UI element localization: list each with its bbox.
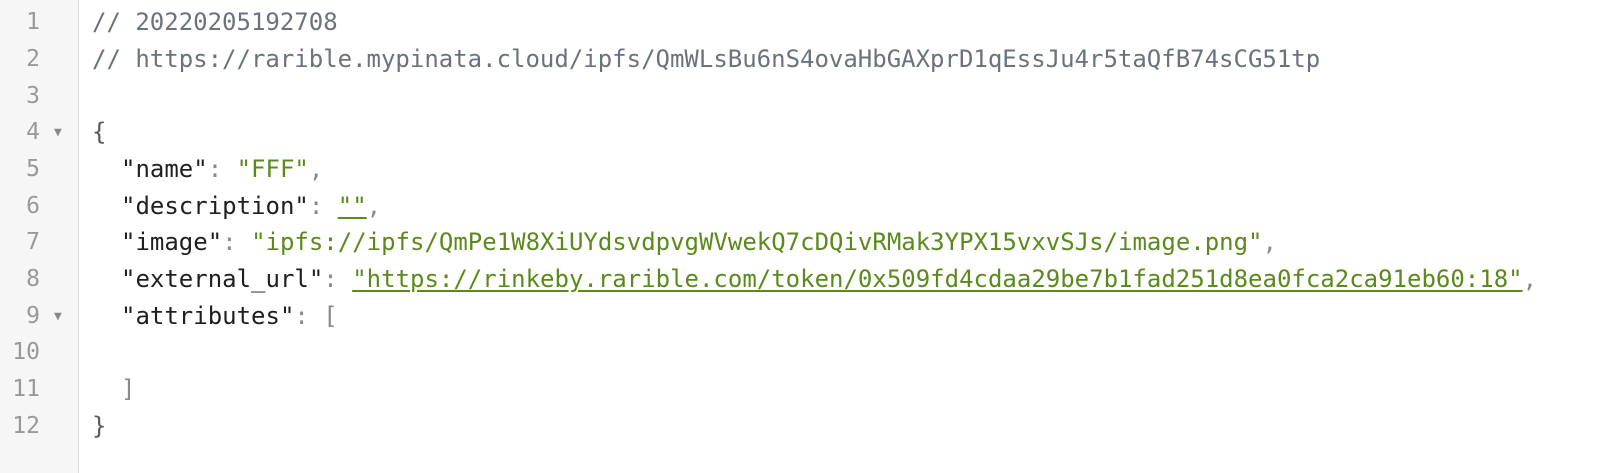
- colon: :: [323, 265, 353, 293]
- external-url-link[interactable]: "https://rinkeby.rarible.com/token/0x509…: [352, 265, 1522, 293]
- code-line-6: 6 "description": "",: [0, 188, 1600, 225]
- description-key: "description": [121, 192, 309, 220]
- code-line-7: 7 "image": "ipfs://ipfs/QmPe1W8XiUYdsvdp…: [0, 224, 1600, 261]
- attributes-field: "attributes": [: [92, 298, 338, 335]
- json-viewer: 1 // 20220205192708 2 // https://rarible…: [0, 0, 1600, 473]
- code-line-10: 10: [0, 334, 1600, 371]
- line-number: 11: [12, 376, 40, 402]
- line-number: 12: [12, 413, 40, 439]
- image-value: "ipfs://ipfs/QmPe1W8XiUYdsvdpvgWVwekQ7cD…: [251, 228, 1263, 256]
- name-field: "name": "FFF",: [92, 151, 323, 188]
- line-number: 9: [26, 303, 40, 329]
- image-field: "image": "ipfs://ipfs/QmPe1W8XiUYdsvdpvg…: [92, 224, 1277, 261]
- array-open-bracket: [: [323, 302, 338, 330]
- external-url-field: "external_url": "https://rinkeby.rarible…: [92, 261, 1537, 298]
- colon: :: [207, 155, 237, 183]
- colon: :: [308, 192, 338, 220]
- code-line-5: 5 "name": "FFF",: [0, 151, 1600, 188]
- name-value: "FFF": [236, 155, 309, 183]
- comma: ,: [366, 192, 382, 220]
- code-line-3: 3: [0, 78, 1600, 115]
- code-line-4: 4 ▼ {: [0, 114, 1600, 151]
- comma: ,: [1262, 228, 1277, 256]
- line-number: 6: [26, 193, 40, 219]
- object-close-brace: }: [92, 412, 107, 440]
- colon: :: [294, 302, 324, 330]
- line-number: 8: [26, 266, 40, 292]
- code-line-9: 9 ▼ "attributes": [: [0, 298, 1600, 335]
- comma: ,: [1522, 265, 1538, 293]
- line-number: 7: [26, 229, 40, 255]
- array-close-bracket: ]: [121, 375, 136, 403]
- code-line-2: 2 // https://rarible.mypinata.cloud/ipfs…: [0, 41, 1600, 78]
- line-number: 2: [26, 46, 40, 72]
- line-number: 4: [26, 119, 40, 145]
- image-key: "image": [121, 228, 223, 256]
- fold-toggle-icon[interactable]: ▼: [54, 114, 62, 151]
- fold-toggle-icon[interactable]: ▼: [54, 298, 62, 335]
- line-number: 10: [12, 339, 40, 365]
- line-number: 1: [26, 9, 40, 35]
- code-line-11: 11 ]: [0, 371, 1600, 408]
- line-number: 3: [26, 83, 40, 109]
- array-close-line: ]: [92, 371, 135, 408]
- colon: :: [222, 228, 252, 256]
- timestamp-comment: // 20220205192708: [92, 8, 338, 36]
- code-line-8: 8 "external_url": "https://rinkeby.rarib…: [0, 261, 1600, 298]
- name-key: "name": [121, 155, 208, 183]
- description-field: "description": "",: [92, 188, 381, 225]
- object-open-brace: {: [92, 118, 107, 146]
- comma: ,: [308, 155, 324, 183]
- attributes-key: "attributes": [121, 302, 295, 330]
- code-line-12: 12 }: [0, 408, 1600, 445]
- line-number: 5: [26, 156, 40, 182]
- description-value[interactable]: "": [338, 192, 367, 220]
- external-url-key: "external_url": [121, 265, 324, 293]
- source-url-comment: // https://rarible.mypinata.cloud/ipfs/Q…: [92, 45, 1321, 73]
- code-line-1: 1 // 20220205192708: [0, 4, 1600, 41]
